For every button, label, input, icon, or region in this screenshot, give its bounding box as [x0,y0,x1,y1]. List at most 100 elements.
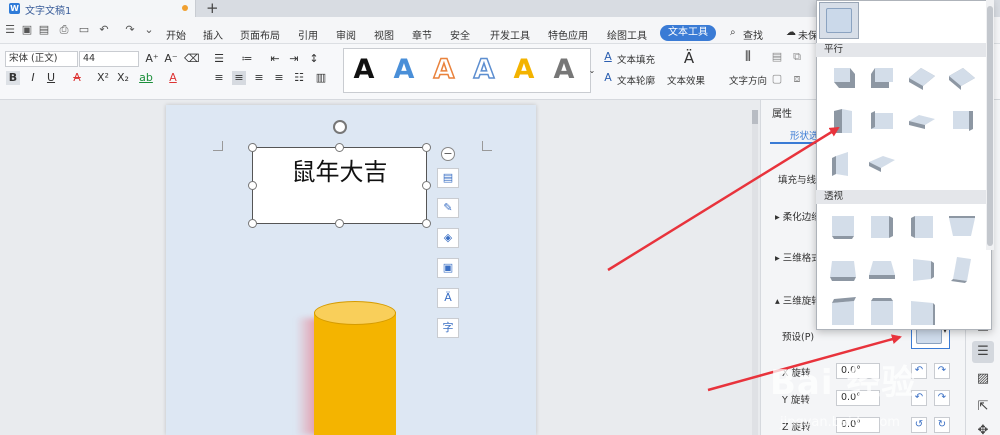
soft-edge-section[interactable]: ▸ 柔化边缘 [775,209,821,223]
preset-perspective-9[interactable] [828,297,858,325]
collapse-toolbar-icon[interactable]: − [441,147,455,161]
outdent-icon[interactable]: ⇤ [268,52,282,66]
align-right-icon[interactable]: ≡ [252,71,266,85]
print-icon[interactable]: ⎙ [58,24,70,36]
new-tab-button[interactable]: + [206,0,219,17]
resize-handle-nw[interactable] [248,143,257,152]
distribute-icon[interactable]: ☷ [292,71,306,85]
align-text-icon[interactable]: ▤ [770,50,784,64]
text-fill-icon[interactable]: A [601,50,615,64]
menu-page-layout[interactable]: 页面布局 [240,27,280,42]
text-style-blue-outline[interactable]: A [467,52,501,88]
preset-perspective-3[interactable] [907,212,937,240]
resize-handle-se[interactable] [422,219,431,228]
gallery-expand-icon[interactable]: ⌄ [588,64,596,78]
preset-perspective-2[interactable] [867,212,897,240]
text-direction-icon[interactable]: ⦀ [739,50,757,64]
text-effect-icon[interactable]: Ä [680,51,698,66]
menu-text-tools[interactable]: 文本工具 [660,25,716,41]
text-style-gold[interactable]: A [507,52,541,88]
tools-icon[interactable]: ✥ [972,420,994,435]
x-rotate-right-icon[interactable]: ↷ [934,363,950,379]
preset-parallel-3[interactable] [907,64,937,92]
text-outline-button[interactable]: 文本轮廓 [617,73,655,87]
text-box-content[interactable]: 鼠年大吉 [252,152,427,187]
preset-parallel-4[interactable] [947,64,977,92]
resize-handle-ne[interactable] [422,143,431,152]
break-link-icon[interactable]: ⧈ [790,72,804,86]
dropdown-scroll-thumb[interactable] [987,6,993,246]
redo-icon[interactable]: ↷ [124,24,136,36]
menu-icon[interactable]: ☰ [4,24,16,36]
preset-perspective-5[interactable] [828,255,858,283]
text-box-icon[interactable]: ▢ [770,72,784,86]
preset-perspective-4[interactable] [947,212,977,240]
preset-parallel-1[interactable] [828,64,858,92]
bold-icon[interactable]: B [6,71,20,85]
rotation-3d-section[interactable]: ▴ 三维旋转 [775,293,821,307]
text-style-black[interactable]: A [347,52,381,88]
bullet-list-icon[interactable]: ☰ [212,52,226,66]
text-style-gray[interactable]: A [547,52,581,88]
text-style-orange-outline[interactable]: A [427,52,461,88]
cylinder-top[interactable] [314,301,396,325]
preset-parallel-6[interactable] [867,107,897,135]
resize-handle-sw[interactable] [248,219,257,228]
cylinder-shape[interactable] [314,312,396,435]
fill-bucket-icon[interactable]: ◈ [437,228,459,248]
menu-dev-tools[interactable]: 开发工具 [490,27,530,42]
preset-perspective-8[interactable] [947,255,977,283]
pane-scroll-thumb[interactable] [752,110,758,124]
menu-view[interactable]: 视图 [374,27,394,42]
preset-perspective-7[interactable] [907,255,937,283]
properties-icon[interactable]: ☰ [972,341,994,363]
layout-options-icon[interactable]: ▤ [437,168,459,188]
menu-insert[interactable]: 插入 [203,27,223,42]
text-direction-button[interactable]: 文字方向 [729,73,767,87]
line-spacing-icon[interactable]: ↕ [307,52,321,66]
grow-font-icon[interactable]: A⁺ [145,52,159,66]
search-button[interactable]: 查找 [743,27,763,42]
preset-perspective-6[interactable] [867,255,897,283]
preset-parallel-8[interactable] [947,107,977,135]
text-direction-float-icon[interactable]: 字 [437,318,459,338]
resize-handle-e[interactable] [422,181,431,190]
font-size-select[interactable]: 44 [79,51,139,67]
clear-format-icon[interactable]: ⌫ [184,52,200,66]
highlight-icon[interactable]: ab [139,71,153,85]
preset-parallel-10[interactable] [867,150,897,178]
menu-home[interactable]: 开始 [166,27,186,42]
preview-icon[interactable]: ▭ [78,24,90,36]
preset-parallel-5[interactable] [828,107,858,135]
tab-shape-options[interactable]: 形状选 [790,128,819,142]
text-outline-icon[interactable]: A [601,71,615,85]
open-icon[interactable]: ▤ [38,24,50,36]
numbered-list-icon[interactable]: ≔ [240,52,254,66]
undo-icon[interactable]: ↶ [98,24,110,36]
z-rotate-ccw-icon[interactable]: ↺ [911,417,927,433]
italic-icon[interactable]: I [26,71,40,85]
menu-review[interactable]: 审阅 [336,27,356,42]
align-center-icon[interactable]: ≡ [232,71,246,85]
font-color-icon[interactable]: A [166,71,180,85]
text-wrap-icon[interactable]: Ä [437,288,459,308]
align-left-icon[interactable]: ≡ [212,71,226,85]
menu-chapter[interactable]: 章节 [412,27,432,42]
underline-icon[interactable]: U [44,71,58,85]
preset-parallel-2[interactable] [867,64,897,92]
text-style-blue[interactable]: A [387,52,421,88]
z-rotate-cw-icon[interactable]: ↻ [934,417,950,433]
y-rotate-down-icon[interactable]: ↷ [934,390,950,406]
text-fill-button[interactable]: 文本填充 [617,52,655,66]
share-icon[interactable]: ⇱ [972,396,994,418]
preset-parallel-7[interactable] [907,107,937,135]
preset-perspective-10[interactable] [867,297,897,325]
menu-features[interactable]: 特色应用 [548,27,588,42]
indent-icon[interactable]: ⇥ [287,52,301,66]
menu-references[interactable]: 引用 [298,27,318,42]
resize-handle-w[interactable] [248,181,257,190]
column-icon[interactable]: ▥ [314,71,328,85]
preset-parallel-9[interactable] [828,150,858,178]
shrink-font-icon[interactable]: A⁻ [164,52,178,66]
more-icon[interactable]: ⌄ [143,24,155,36]
